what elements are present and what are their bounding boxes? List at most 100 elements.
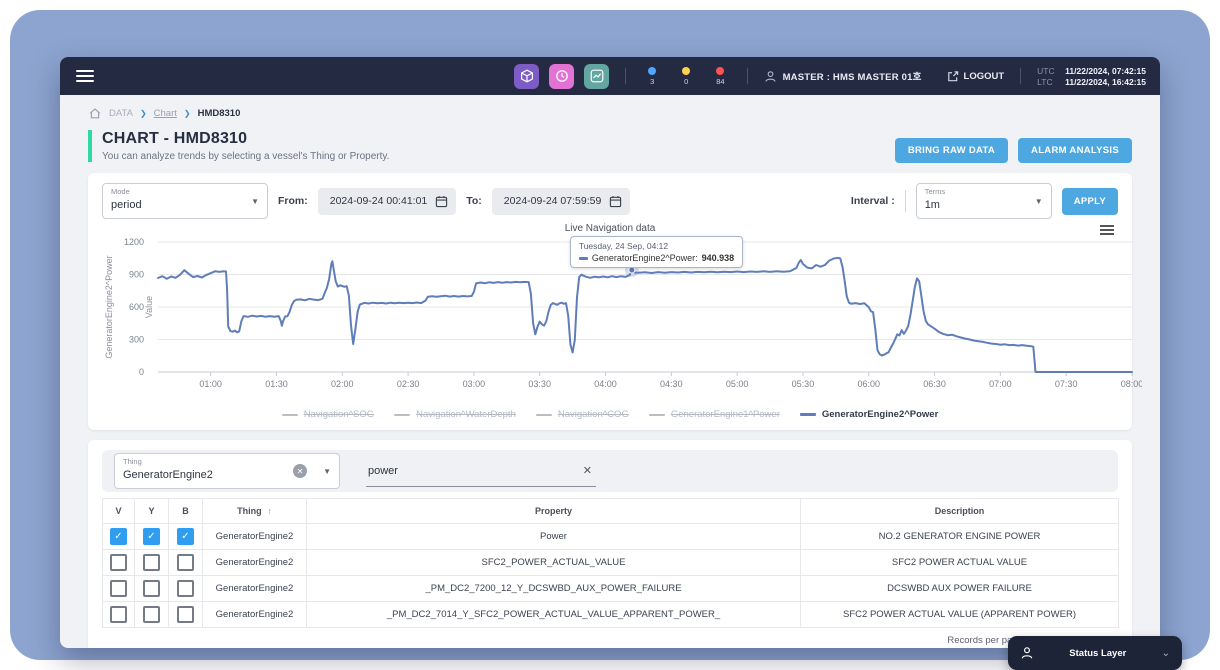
svg-text:0: 0: [139, 367, 144, 377]
breadcrumb-data[interactable]: DATA: [109, 108, 133, 119]
svg-text:01:30: 01:30: [265, 379, 288, 389]
col-thing[interactable]: Thing↑: [203, 499, 307, 524]
svg-text:05:30: 05:30: [792, 379, 815, 389]
status-layer-button[interactable]: Status Layer ⌄: [1008, 636, 1182, 670]
alert-counter-info[interactable]: 3: [648, 67, 656, 86]
svg-text:600: 600: [129, 302, 144, 312]
clear-search-icon[interactable]: ✕: [579, 464, 596, 477]
chart-context-menu-icon[interactable]: [1100, 225, 1114, 235]
interval-label: Interval :: [851, 195, 895, 207]
home-icon[interactable]: [88, 107, 102, 120]
chevron-down-icon: ▼: [313, 467, 331, 476]
module-cube-button[interactable]: [514, 64, 539, 89]
terms-select-label: Terms: [925, 187, 945, 196]
cell-description: SFC2 POWER ACTUAL VALUE: [801, 550, 1119, 576]
legend-item[interactable]: GeneratorEngine1^Power: [649, 409, 780, 420]
warning-dot-icon: [682, 67, 690, 75]
terms-select[interactable]: Terms 1m ▼: [916, 183, 1052, 219]
checkbox[interactable]: ✓: [110, 528, 127, 545]
chart-card: Mode period ▼ From: 2024-09-24 00:41:01 …: [88, 173, 1132, 430]
from-datetime-value: 2024-09-24 00:41:01: [330, 195, 428, 207]
chart-module-button[interactable]: [584, 64, 609, 89]
checkbox[interactable]: ✓: [177, 528, 194, 545]
from-datetime-input[interactable]: 2024-09-24 00:41:01: [318, 188, 457, 215]
legend-item[interactable]: Navigation^COG: [536, 409, 629, 420]
checkbox[interactable]: [110, 554, 127, 571]
chevron-right-icon: ❯: [140, 109, 147, 118]
chevron-down-icon: ⌄: [1162, 648, 1170, 659]
property-table-card: Thing GeneratorEngine2 ✕ ▼ ✕ V Y B: [88, 440, 1132, 648]
user-label: MASTER : HMS MASTER 01호: [783, 69, 922, 83]
col-v[interactable]: V: [103, 499, 135, 524]
divider: [905, 190, 906, 212]
table-row: GeneratorEngine2SFC2_POWER_ACTUAL_VALUES…: [103, 550, 1119, 576]
logout-button[interactable]: LOGOUT: [946, 70, 1005, 83]
col-property[interactable]: Property: [307, 499, 801, 524]
legend-line-icon: [649, 414, 665, 416]
table-header-row: V Y B Thing↑ Property Description: [103, 499, 1119, 524]
status-layer-label: Status Layer: [1034, 648, 1162, 659]
legend-line-icon: [536, 414, 552, 416]
svg-text:04:00: 04:00: [594, 379, 617, 389]
logout-label: LOGOUT: [964, 71, 1005, 82]
legend-item[interactable]: GeneratorEngine2^Power: [800, 409, 938, 420]
cell-thing: GeneratorEngine2: [203, 602, 307, 628]
menu-icon[interactable]: [76, 70, 94, 82]
checkbox[interactable]: [177, 606, 194, 623]
legend-line-icon: [394, 414, 410, 416]
info-dot-icon: [648, 67, 656, 75]
table-row: GeneratorEngine2_PM_DC2_7200_12_Y_DCSWBD…: [103, 576, 1119, 602]
svg-text:08:00: 08:00: [1121, 379, 1142, 389]
col-description[interactable]: Description: [801, 499, 1119, 524]
line-chart: Live Navigation data 0300600900120001:00…: [102, 223, 1118, 420]
checkbox[interactable]: [143, 606, 160, 623]
property-search-input[interactable]: [366, 464, 579, 478]
checkbox[interactable]: [110, 580, 127, 597]
legend-item[interactable]: Navigation^WaterDepth: [394, 409, 516, 420]
svg-text:07:30: 07:30: [1055, 379, 1078, 389]
terms-select-value: 1m: [925, 199, 940, 211]
checkbox[interactable]: [177, 580, 194, 597]
breadcrumb-chart[interactable]: Chart: [154, 108, 177, 119]
utc-time: 11/22/2024, 07:42:15: [1065, 66, 1146, 76]
svg-text:01:00: 01:00: [199, 379, 222, 389]
legend-item[interactable]: Navigation^SOG: [282, 409, 374, 420]
page-title: CHART - HMD8310: [102, 130, 389, 148]
alarm-analysis-button[interactable]: ALARM ANALYSIS: [1018, 138, 1132, 163]
mode-select-value: period: [111, 199, 142, 211]
alert-counter-alarm[interactable]: 84: [716, 67, 724, 86]
col-y[interactable]: Y: [135, 499, 169, 524]
svg-text:900: 900: [129, 270, 144, 280]
mode-select[interactable]: Mode period ▼: [102, 183, 268, 219]
clock-icon: [555, 69, 569, 83]
sort-asc-icon: ↑: [268, 506, 272, 516]
divider: [747, 68, 748, 84]
thing-select[interactable]: Thing GeneratorEngine2 ✕ ▼: [114, 453, 340, 489]
calendar-icon[interactable]: [435, 195, 448, 208]
checkbox[interactable]: ✓: [143, 528, 160, 545]
to-datetime-input[interactable]: 2024-09-24 07:59:59: [492, 188, 631, 215]
checkbox[interactable]: [143, 554, 160, 571]
checkbox[interactable]: [110, 606, 127, 623]
bring-raw-data-button[interactable]: BRING RAW DATA: [895, 138, 1008, 163]
utc-label: UTC: [1037, 66, 1057, 76]
chevron-right-icon: ❯: [184, 109, 191, 118]
user-menu[interactable]: MASTER : HMS MASTER 01호: [764, 69, 922, 83]
svg-text:300: 300: [129, 335, 144, 345]
ltc-time: 11/22/2024, 16:42:15: [1065, 77, 1146, 87]
table-row: ✓✓✓GeneratorEngine2PowerNO.2 GENERATOR E…: [103, 524, 1119, 550]
svg-text:Value: Value: [144, 296, 154, 318]
checkbox[interactable]: [143, 580, 160, 597]
cube-icon: [520, 69, 534, 83]
col-b[interactable]: B: [169, 499, 203, 524]
cell-property: _PM_DC2_7014_Y_SFC2_POWER_ACTUAL_VALUE_A…: [307, 602, 801, 628]
clear-thing-icon[interactable]: ✕: [293, 464, 307, 478]
divider: [1020, 68, 1021, 84]
alert-counter-warning[interactable]: 0: [682, 67, 690, 86]
svg-text:03:00: 03:00: [463, 379, 486, 389]
pagination: Records per page: 5 ▼ 1-4 of 4: [102, 628, 1118, 648]
apply-button[interactable]: APPLY: [1062, 188, 1118, 215]
calendar-icon[interactable]: [609, 195, 622, 208]
checkbox[interactable]: [177, 554, 194, 571]
timer-button[interactable]: [549, 64, 574, 89]
